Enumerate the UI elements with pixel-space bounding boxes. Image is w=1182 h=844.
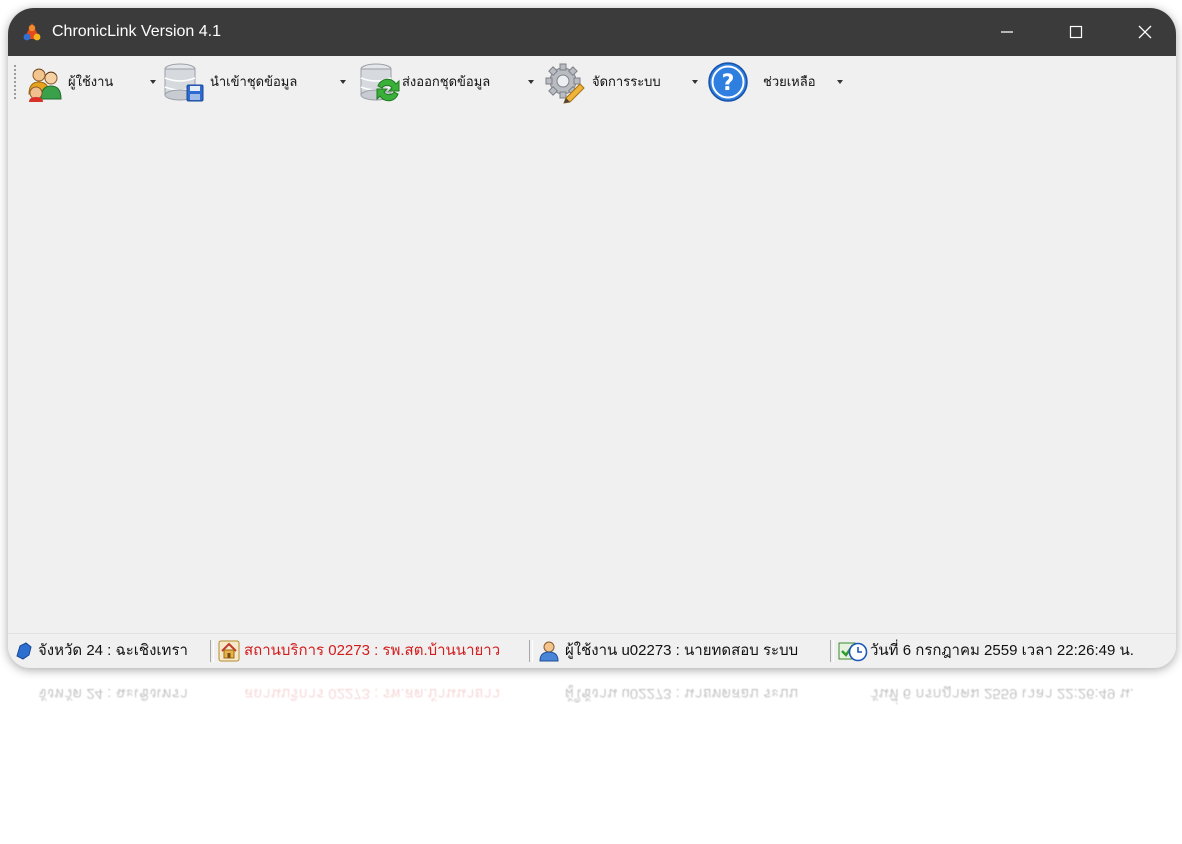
toolbar-grip[interactable] (13, 64, 17, 100)
toolbar-system-menu[interactable]: จัดการระบบ (542, 56, 704, 108)
home-icon (218, 640, 240, 662)
svg-text:?: ? (722, 71, 735, 96)
toolbar-export-label: ส่งออกชุดข้อมูล (402, 75, 491, 90)
database-export-icon (360, 63, 400, 102)
chevron-down-icon (692, 80, 698, 84)
toolbar-system-label: จัดการระบบ (592, 75, 661, 90)
clock-calendar-icon (838, 642, 868, 662)
minimize-button[interactable] (984, 8, 1030, 56)
window-title: ChronicLink Version 4.1 (52, 23, 221, 40)
toolbar-import-label: นำเข้าชุดข้อมูล (210, 75, 298, 90)
gear-icon (545, 63, 585, 104)
toolbar-users-label: ผู้ใช้งาน (68, 75, 114, 90)
status-bar: จังหวัด 24 : ฉะเชิงเทรา สถานบริการ 02273… (8, 633, 1176, 668)
toolbar-export-menu[interactable]: ส่งออกชุดข้อมูล (356, 56, 541, 108)
status-user-text: ผู้ใช้งาน u02273 : นายทดสอบ ระบบ (565, 642, 799, 659)
help-icon: ? (708, 62, 748, 102)
maximize-icon (1069, 25, 1083, 39)
toolbar-help-menu[interactable]: ? ช่วยเหลือ (705, 56, 855, 108)
toolbar-import-menu[interactable]: นำเข้าชุดข้อมูล (160, 56, 355, 108)
status-user: ผู้ใช้งาน u02273 : นายทดสอบ ระบบ (533, 634, 830, 668)
status-facility-text: สถานบริการ 02273 : รพ.สต.บ้านนายาว (244, 642, 501, 659)
database-import-icon (164, 63, 204, 102)
maximize-button[interactable] (1053, 8, 1099, 56)
chevron-down-icon (528, 80, 534, 84)
main-content-area (8, 108, 1176, 634)
map-region-icon (16, 642, 32, 660)
toolbar-users-menu[interactable]: ผู้ใช้งาน (22, 56, 157, 108)
app-window: ChronicLink Version 4.1 ผู้ใช้งาน นำเข้า… (8, 8, 1176, 668)
status-facility: สถานบริการ 02273 : รพ.สต.บ้านนายาว (214, 634, 529, 668)
status-province: จังหวัด 24 : ฉะเชิงเทรา (12, 634, 208, 668)
reflection-fade (0, 668, 1182, 844)
minimize-icon (1001, 31, 1013, 33)
chevron-down-icon (340, 80, 346, 84)
status-province-text: จังหวัด 24 : ฉะเชิงเทรา (38, 642, 188, 659)
chevron-down-icon (150, 80, 156, 84)
title-bar[interactable]: ChronicLink Version 4.1 (8, 8, 1176, 56)
chevron-down-icon (837, 80, 843, 84)
toolbar-help-label: ช่วยเหลือ (763, 75, 816, 90)
status-datetime-text: วันที่ 6 กรกฎาคม 2559 เวลา 22:26:49 น. (870, 642, 1134, 659)
close-icon (1138, 25, 1152, 39)
main-toolbar: ผู้ใช้งาน นำเข้าชุดข้อมูล ส่งออกชุดข้อมู… (8, 56, 1176, 108)
user-icon (539, 641, 559, 662)
close-button[interactable] (1122, 8, 1168, 56)
status-datetime: วันที่ 6 กรกฎาคม 2559 เวลา 22:26:49 น. (834, 634, 1174, 668)
users-icon (28, 68, 62, 102)
app-logo-icon (23, 23, 41, 41)
